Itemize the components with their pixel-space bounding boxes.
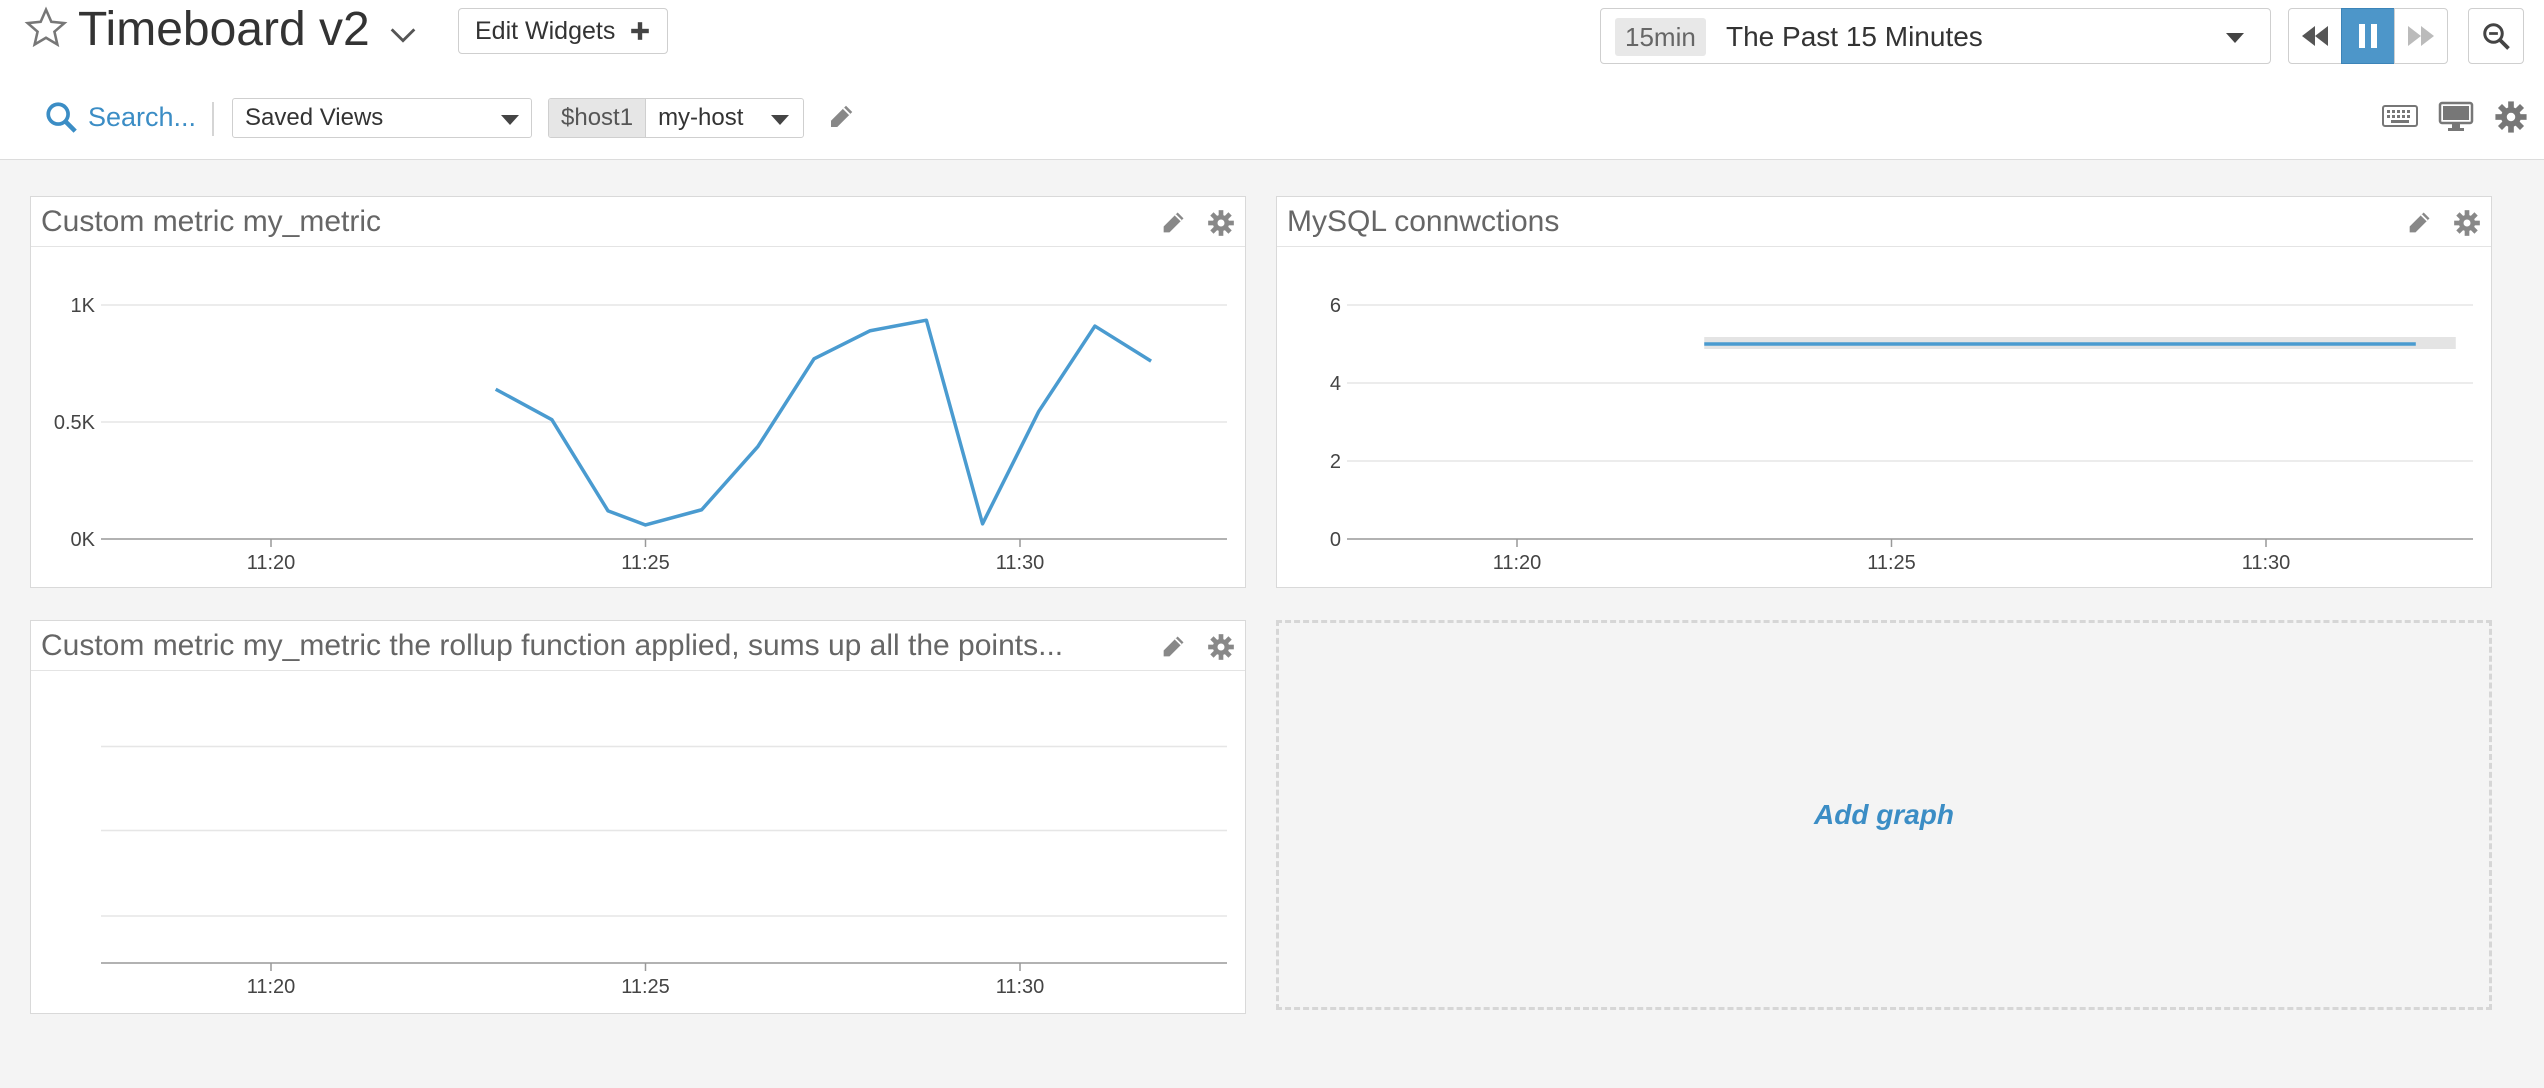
- add-graph-label: Add graph: [1814, 799, 1954, 830]
- pencil-icon[interactable]: [1159, 209, 1187, 237]
- pause-icon: [2359, 24, 2377, 48]
- timeseries-chart: 0K 0.5K 1K 11:20 11:25 11:30: [54, 295, 1227, 574]
- y-tick-label: 1K: [71, 295, 96, 317]
- x-tick-label: 11:25: [621, 976, 670, 998]
- x-tick-label: 11:25: [1867, 552, 1916, 574]
- time-range-selector[interactable]: 15min The Past 15 Minutes: [1600, 8, 2271, 64]
- y-tick-label: 4: [1330, 373, 1341, 395]
- pencil-icon[interactable]: [1159, 633, 1187, 661]
- fast-forward-icon: [2408, 26, 2434, 46]
- widget-title: MySQL connwctions: [1287, 205, 1560, 238]
- x-tick-label: 11:30: [996, 976, 1045, 998]
- y-tick-label: 6: [1330, 295, 1341, 317]
- keyboard-icon[interactable]: [2382, 102, 2418, 130]
- x-tick-label: 11:30: [996, 552, 1045, 574]
- edit-widgets-label: Edit Widgets: [475, 16, 616, 45]
- tv-mode-icon[interactable]: [2438, 100, 2474, 132]
- time-range-label: The Past 15 Minutes: [1726, 21, 1983, 52]
- template-variable-value: my-host: [658, 104, 744, 131]
- caret-down-icon: [2226, 33, 2244, 43]
- gear-icon[interactable]: [2453, 209, 2481, 237]
- x-tick-label: 11:20: [247, 976, 296, 998]
- fast-forward-button[interactable]: [2394, 8, 2448, 64]
- widget-title: Custom metric my_metric: [41, 205, 382, 238]
- add-graph-placeholder[interactable]: Add graph: [1276, 620, 2492, 1010]
- magnifier-minus-icon: [2483, 23, 2510, 50]
- gear-icon[interactable]: [1207, 633, 1235, 661]
- y-tick-label: 2: [1330, 451, 1341, 473]
- caret-down-icon: [771, 115, 789, 125]
- widget-title-bar: MySQL connwctions: [1277, 197, 2491, 247]
- timeseries-chart: 0 2 4 6 11:20 11:25 11:30: [1330, 295, 2473, 574]
- widget-mysql-connections: MySQL connwctions 0 2 4 6 11:20 11:25 11:30: [1276, 196, 2492, 588]
- widget-title-bar: Custom metric my_metric: [31, 197, 1245, 247]
- search-link[interactable]: Search...: [88, 100, 196, 134]
- gear-icon[interactable]: [1207, 209, 1235, 237]
- rewind-icon: [2302, 26, 2328, 46]
- dashboard-header: Timeboard v2 Edit Widgets 15min The Past…: [0, 0, 2544, 160]
- time-range-badge: 15min: [1615, 18, 1706, 56]
- x-tick-label: 11:25: [621, 552, 670, 574]
- pencil-icon[interactable]: [826, 102, 856, 132]
- divider: [212, 102, 214, 136]
- x-tick-label: 11:20: [247, 552, 296, 574]
- chevron-down-icon[interactable]: [386, 18, 420, 52]
- saved-views-label: Saved Views: [245, 104, 384, 131]
- dashboard-title: Timeboard v2: [78, 3, 370, 56]
- widget-title-bar: Custom metric my_metric the rollup funct…: [31, 621, 1245, 671]
- y-tick-label: 0.5K: [54, 412, 96, 434]
- widget-rollup-metric: Custom metric my_metric the rollup funct…: [30, 620, 1246, 1014]
- timeseries-chart: 11:20 11:25 11:30: [101, 745, 1227, 998]
- zoom-out-button[interactable]: [2468, 8, 2524, 64]
- y-tick-label: 0: [1330, 529, 1341, 551]
- search-icon[interactable]: [44, 100, 78, 134]
- pause-button[interactable]: [2341, 8, 2395, 64]
- pencil-icon[interactable]: [2405, 209, 2433, 237]
- x-tick-label: 11:30: [2242, 552, 2291, 574]
- caret-down-icon: [501, 115, 519, 125]
- plus-icon: [631, 22, 650, 40]
- y-tick-label: 0K: [71, 529, 96, 551]
- template-variable-host1[interactable]: $host1 my-host: [548, 98, 804, 138]
- star-icon[interactable]: [24, 6, 68, 50]
- gear-icon[interactable]: [2494, 100, 2528, 134]
- widget-custom-metric: Custom metric my_metric 0K 0.5K 1K 11:20 11:…: [30, 196, 1246, 588]
- rewind-button[interactable]: [2288, 8, 2342, 64]
- x-tick-label: 11:20: [1493, 552, 1542, 574]
- saved-views-dropdown[interactable]: Saved Views: [232, 98, 532, 138]
- widget-title: Custom metric my_metric the rollup funct…: [41, 629, 1064, 662]
- template-variable-name: $host1: [549, 99, 647, 137]
- edit-widgets-button[interactable]: Edit Widgets: [458, 8, 668, 54]
